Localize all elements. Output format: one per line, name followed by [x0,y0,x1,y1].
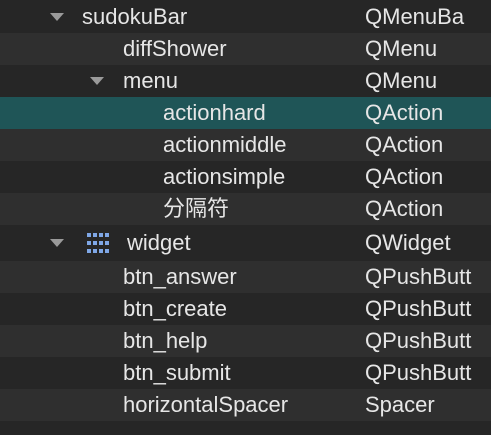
tree-row-widget[interactable]: widget QWidget [0,227,491,259]
object-class: Spacer [365,392,435,417]
tree-row-sudokubar[interactable]: sudokuBar QMenuBa [0,1,491,33]
object-class: QWidget [365,230,451,255]
object-class: QPushButt [365,264,472,289]
object-name: actionsimple [163,164,286,189]
object-class: QMenu [365,68,438,93]
tree-row-actionmiddle[interactable]: actionmiddle QAction [0,129,491,161]
object-class: QPushButt [365,328,472,353]
object-name: actionmiddle [163,132,287,157]
object-name: widget [127,230,191,255]
expand-arrow-icon[interactable] [50,13,64,21]
object-class: QAction [365,196,444,221]
tree-row-btn-create[interactable]: btn_create QPushButt [0,293,491,325]
object-name: diffShower [123,36,227,61]
object-name: btn_answer [123,264,237,289]
grid-layout-icon [86,232,110,256]
object-class: QPushButt [365,296,472,321]
tree-row-btn-answer[interactable]: btn_answer QPushButt [0,261,491,293]
object-class: QMenuBa [365,4,465,29]
object-class: QAction [365,132,444,157]
expand-arrow-icon[interactable] [50,239,64,247]
object-name: sudokuBar [82,4,188,29]
object-name: actionhard [163,100,266,125]
expand-arrow-icon[interactable] [90,77,104,85]
object-inspector-tree: sudokuBar QMenuBa diffShower QMenu menu … [0,0,491,435]
object-name: btn_create [123,296,227,321]
object-class: QPushButt [365,360,472,385]
tree-row-actionsimple[interactable]: actionsimple QAction [0,161,491,193]
tree-row-diffshower[interactable]: diffShower QMenu [0,33,491,65]
tree-row-actionhard[interactable]: actionhard QAction [0,97,491,129]
tree-row-horizontal-spacer[interactable]: horizontalSpacer Spacer [0,389,491,421]
object-name: horizontalSpacer [123,392,289,417]
object-class: QAction [365,100,444,125]
object-name: menu [123,68,179,93]
tree-row-btn-help[interactable]: btn_help QPushButt [0,325,491,357]
object-name: btn_help [123,328,208,353]
tree-row-separator[interactable]: 分隔符 QAction [0,193,491,225]
tree-row-btn-submit[interactable]: btn_submit QPushButt [0,357,491,389]
object-name: 分隔符 [163,196,230,221]
object-class: QAction [365,164,444,189]
object-class: QMenu [365,36,438,61]
object-name: btn_submit [123,360,231,385]
tree-row-menu[interactable]: menu QMenu [0,65,491,97]
